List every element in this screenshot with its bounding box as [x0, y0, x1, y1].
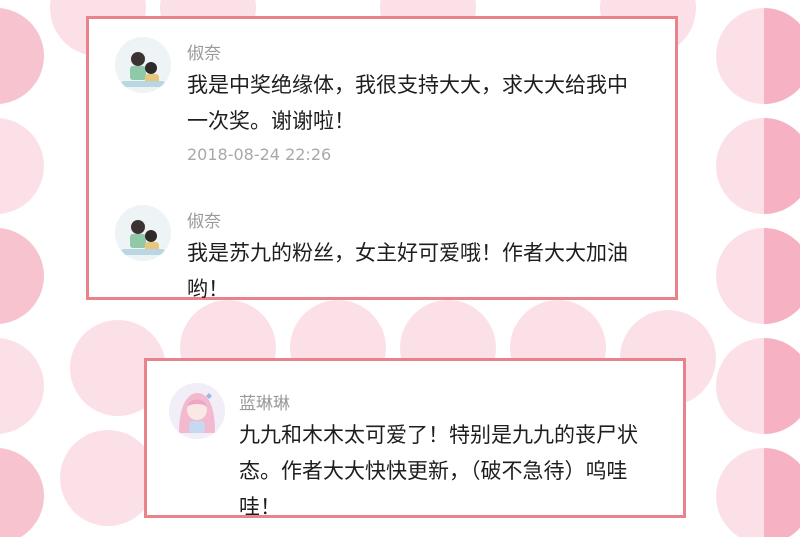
avatar[interactable]	[115, 37, 171, 93]
comment-text: 九九和木木太可爱了！特别是九九的丧尸状态。作者大大快快更新，（破不急待）呜哇哇！	[239, 423, 638, 519]
comment-item: 俶奈 我是苏九的粉丝，女主好可爱哦！作者大大加油哟！	[89, 193, 675, 303]
bg-dot	[60, 430, 156, 526]
comment-text: 我是中奖绝缘体，我很支持大大，求大大给我中一次奖。谢谢啦！	[187, 73, 628, 133]
avatar[interactable]	[169, 383, 225, 439]
child-photo-avatar-icon	[115, 205, 171, 261]
bg-half-dot	[716, 228, 800, 324]
comment-card: 俶奈 我是中奖绝缘体，我很支持大大，求大大给我中一次奖。谢谢啦！ 2018-08…	[86, 16, 678, 303]
bg-half-dot	[716, 338, 800, 434]
comment-item: 蓝琳琳 九九和木木太可爱了！特别是九九的丧尸状态。作者大大快快更新，（破不急待）…	[147, 361, 683, 519]
comment-username[interactable]: 俶奈	[187, 207, 221, 232]
comment-timestamp: 2018-08-24 22:26	[187, 145, 332, 164]
bg-dot	[0, 118, 44, 214]
child-photo-avatar-icon	[115, 37, 171, 93]
bg-dot	[0, 8, 44, 104]
comment-username[interactable]: 蓝琳琳	[239, 389, 290, 414]
bg-half-dot	[716, 8, 800, 104]
comment-username[interactable]: 俶奈	[187, 39, 221, 64]
avatar[interactable]	[115, 205, 171, 261]
bg-half-dot	[716, 118, 800, 214]
anime-girl-avatar-icon	[169, 383, 225, 439]
bg-dot	[0, 338, 44, 434]
bg-dot	[0, 228, 44, 324]
bg-dot	[0, 448, 44, 537]
comment-text: 我是苏九的粉丝，女主好可爱哦！作者大大加油哟！	[187, 241, 628, 301]
comment-card: 蓝琳琳 九九和木木太可爱了！特别是九九的丧尸状态。作者大大快快更新，（破不急待）…	[144, 358, 686, 519]
bg-half-dot	[716, 448, 800, 537]
comment-item: 俶奈 我是中奖绝缘体，我很支持大大，求大大给我中一次奖。谢谢啦！ 2018-08…	[89, 19, 675, 179]
